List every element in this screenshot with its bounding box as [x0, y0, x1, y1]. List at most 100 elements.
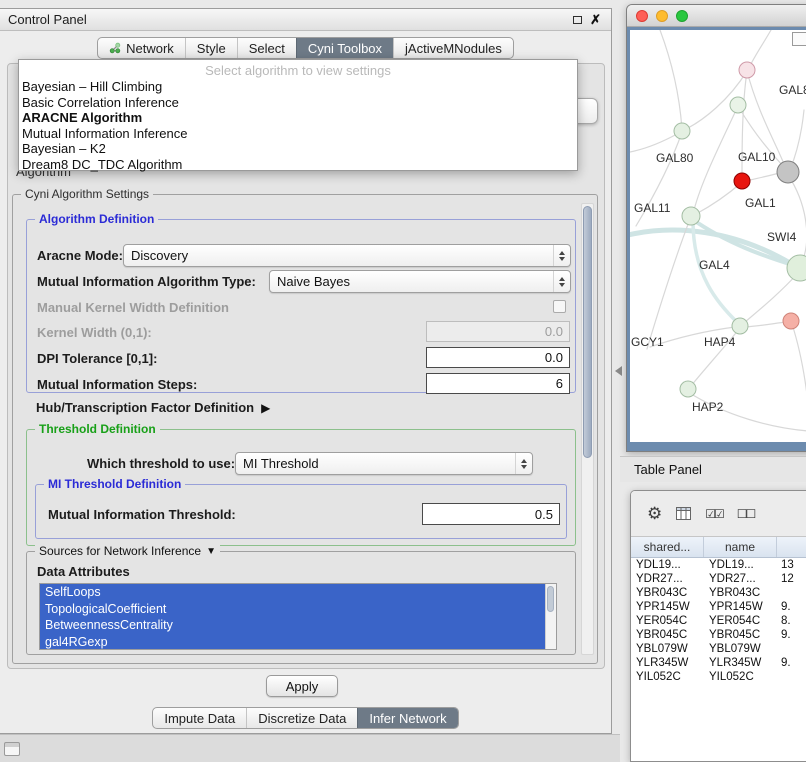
network-edge[interactable]: [630, 134, 677, 152]
algorithm-popup-item[interactable]: Dream8 DC_TDC Algorithm: [19, 157, 577, 173]
table-cell: 13: [777, 558, 806, 572]
algorithm-popup-item[interactable]: Basic Correlation Inference: [19, 95, 577, 111]
control-panel-title: Control Panel: [8, 12, 87, 27]
table-column-header[interactable]: name: [704, 537, 777, 557]
network-node[interactable]: [682, 207, 700, 225]
tab-network[interactable]: Network: [98, 38, 185, 58]
network-node[interactable]: [739, 62, 755, 78]
table-row[interactable]: YDR27...YDR27...12: [631, 572, 806, 586]
data-attribute-item[interactable]: gal4RGexp: [40, 634, 545, 651]
table-row[interactable]: YBL079WYBL079W: [631, 642, 806, 656]
network-node[interactable]: [680, 381, 696, 397]
sources-title-row[interactable]: Sources for Network Inference ▼: [35, 544, 220, 558]
apply-button[interactable]: Apply: [266, 675, 338, 697]
network-edge[interactable]: [749, 30, 771, 68]
network-edge[interactable]: [693, 106, 738, 214]
list-scrollbar-thumb[interactable]: [547, 586, 554, 612]
control-panel-titlebar[interactable]: Control Panel ✗: [0, 9, 611, 31]
algorithm-popup-item[interactable]: ARACNE Algorithm: [19, 110, 577, 126]
which-threshold-select[interactable]: MI Threshold: [235, 452, 533, 475]
network-window-titlebar[interactable]: [627, 5, 806, 27]
birdseye-box[interactable]: [792, 32, 806, 46]
mi-algorithm-type-select[interactable]: Naive Bayes: [269, 270, 571, 293]
mi-threshold-definition-title: MI Threshold Definition: [44, 477, 185, 491]
table-cell: 9.: [777, 656, 806, 670]
network-edge[interactable]: [744, 322, 786, 327]
mi-threshold-value: 0.5: [535, 507, 553, 522]
table-cell: YDR27...: [631, 572, 704, 586]
gear-icon[interactable]: ⚙: [647, 504, 662, 524]
table-cell: YDL19...: [704, 558, 777, 572]
table-panel-header: Table Panel: [620, 456, 806, 482]
table-row[interactable]: YBR043CYBR043C: [631, 586, 806, 600]
network-canvas[interactable]: GAL80GAL10GAL11GAL1SWI4GAL4GCY1HAP4HAP2G…: [630, 30, 806, 442]
network-node-label: GAL11: [634, 201, 671, 215]
network-edge[interactable]: [788, 175, 806, 262]
network-edge[interactable]: [660, 30, 682, 129]
network-node[interactable]: [674, 123, 690, 139]
aracne-mode-value: Discovery: [131, 248, 188, 263]
table-row[interactable]: YER054CYER054C8.: [631, 614, 806, 628]
settings-scrollbar-thumb[interactable]: [583, 206, 592, 458]
tab-cyni-toolbox[interactable]: Cyni Toolbox: [296, 38, 393, 58]
collapse-panel-icon[interactable]: [615, 366, 622, 376]
table-cell: YLR345W: [704, 656, 777, 670]
mi-algorithm-type-label: Mutual Information Algorithm Type:: [37, 275, 256, 289]
close-icon[interactable]: ✗: [590, 13, 601, 26]
tab-style[interactable]: Style: [185, 38, 237, 58]
data-attribute-item[interactable]: TopologicalCoefficient: [40, 601, 545, 618]
minimize-traffic-light-icon[interactable]: [656, 10, 668, 22]
network-node[interactable]: [732, 318, 748, 334]
zoom-traffic-light-icon[interactable]: [676, 10, 688, 22]
tab-impute-data[interactable]: Impute Data: [153, 708, 246, 728]
tab-infer-network[interactable]: Infer Network: [357, 708, 457, 728]
network-edge[interactable]: [792, 324, 806, 412]
table-row[interactable]: YBR045CYBR045C9.: [631, 628, 806, 642]
network-edge[interactable]: [647, 219, 690, 349]
table-body: YDL19...YDL19...13YDR27...YDR27...12YBR0…: [631, 558, 806, 684]
combo-arrows-icon: [553, 271, 570, 292]
data-attribute-item[interactable]: BetweennessCentrality: [40, 617, 545, 634]
table-column-header[interactable]: [777, 537, 806, 557]
mi-steps-field[interactable]: 6: [426, 373, 570, 394]
control-panel-window: Control Panel ✗ Network Style Select Cyn…: [0, 8, 612, 734]
float-window-icon[interactable]: [573, 16, 582, 24]
tab-jactivemnodules[interactable]: jActiveMNodules: [393, 38, 513, 58]
threshold-definition-group: Threshold Definition Which threshold to …: [26, 429, 576, 546]
columns-icon[interactable]: [676, 507, 691, 520]
network-node[interactable]: [783, 313, 799, 329]
tab-select[interactable]: Select: [237, 38, 296, 58]
dpi-tolerance-field[interactable]: 0.0: [426, 347, 570, 368]
algorithm-popup-item[interactable]: Bayesian – K2: [19, 141, 577, 157]
aracne-mode-select[interactable]: Discovery: [123, 244, 571, 267]
manual-kernel-width-checkbox[interactable]: [553, 300, 566, 313]
collapse-down-icon[interactable]: ▼: [206, 546, 216, 557]
network-edge[interactable]: [790, 110, 804, 170]
hub-definition-toggle[interactable]: Hub/Transcription Factor Definition ▶: [36, 401, 270, 415]
table-row[interactable]: YIL052CYIL052C: [631, 670, 806, 684]
table-row[interactable]: YPR145WYPR145W9.: [631, 600, 806, 614]
table-column-header[interactable]: shared...: [631, 537, 704, 557]
network-node[interactable]: [787, 255, 806, 281]
algorithm-popup-item[interactable]: Bayesian – Hill Climbing: [19, 79, 577, 95]
list-scrollbar[interactable]: [545, 584, 556, 649]
select-all-icon[interactable]: ☑☑: [705, 507, 723, 521]
table-row[interactable]: YDL19...YDL19...13: [631, 558, 806, 572]
network-node[interactable]: [730, 97, 746, 113]
deselect-all-icon[interactable]: ☐☐: [737, 507, 755, 521]
algorithm-popup-item[interactable]: Mutual Information Inference: [19, 126, 577, 142]
bottom-tab-group: Impute Data Discretize Data Infer Networ…: [152, 707, 458, 729]
settings-scrollbar[interactable]: [581, 203, 594, 655]
minimized-window-icon[interactable]: [4, 742, 20, 756]
control-panel-tab-bar: Network Style Select Cyni Toolbox jActiv…: [0, 37, 611, 59]
control-panel-tab-group: Network Style Select Cyni Toolbox jActiv…: [97, 37, 514, 59]
network-edge[interactable]: [696, 183, 741, 214]
expand-right-icon[interactable]: ▶: [261, 401, 270, 415]
table-row[interactable]: YLR345WYLR345W9.: [631, 656, 806, 670]
tab-discretize-data[interactable]: Discretize Data: [246, 708, 357, 728]
data-attribute-item[interactable]: SelfLoops: [40, 584, 545, 601]
close-traffic-light-icon[interactable]: [636, 10, 648, 22]
network-node[interactable]: [734, 173, 750, 189]
network-node[interactable]: [777, 161, 799, 183]
mi-threshold-field[interactable]: 0.5: [422, 503, 560, 525]
